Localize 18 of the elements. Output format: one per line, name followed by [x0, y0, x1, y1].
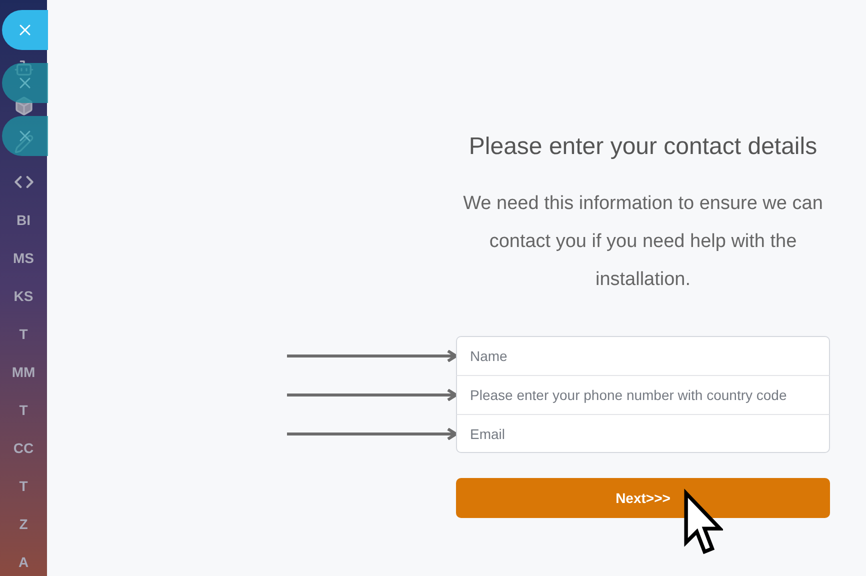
next-button[interactable]: Next>>>	[456, 478, 830, 518]
sidebar-item[interactable]: BI	[16, 210, 30, 230]
sidebar-item[interactable]: T	[19, 324, 28, 344]
sidebar-item[interactable]: MM	[12, 362, 36, 382]
sidebar-item[interactable]: T	[19, 476, 28, 496]
heading: Please enter your contact details	[468, 132, 818, 162]
sidebar-item[interactable]: KS	[14, 286, 34, 306]
input-field[interactable]: Please enter your phone number with country code	[456, 375, 830, 414]
sidebar-item[interactable]: CC	[13, 438, 34, 458]
sidebar-item[interactable]: Z	[19, 514, 28, 534]
sidebar-item[interactable]: T	[19, 400, 28, 420]
close-button[interactable]	[2, 10, 48, 50]
description: We need this information to ensure we can contact you if you need help with the installation.	[463, 192, 823, 292]
close-button[interactable]	[2, 63, 48, 103]
sidebar-item[interactable]: A	[18, 552, 29, 572]
sidebar-item[interactable]: MS	[13, 248, 34, 268]
input-field[interactable]: Email	[456, 414, 830, 453]
input-field[interactable]: Name	[456, 336, 830, 375]
